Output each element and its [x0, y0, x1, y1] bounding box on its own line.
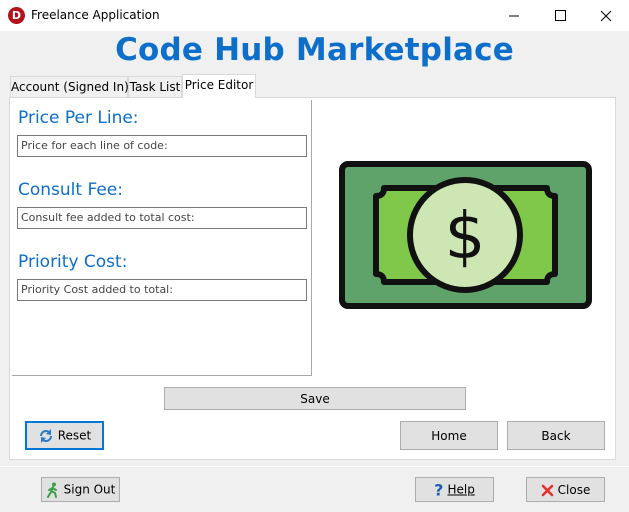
- reset-button[interactable]: Reset: [25, 421, 104, 450]
- consult-fee-input[interactable]: Consult fee added to total cost:: [17, 207, 307, 229]
- help-button-label: Help: [447, 482, 475, 496]
- divider: [0, 466, 629, 467]
- question-icon: ?: [434, 480, 444, 499]
- price-per-line-label: Price Per Line:: [18, 108, 139, 128]
- tab-account[interactable]: Account (Signed In): [10, 76, 129, 97]
- price-per-line-input[interactable]: Price for each line of code:: [17, 135, 307, 157]
- tab-price-editor[interactable]: Price Editor: [182, 74, 256, 98]
- save-button[interactable]: Save: [164, 387, 466, 410]
- reset-button-label: Reset: [57, 428, 92, 442]
- walking-person-icon: [46, 482, 57, 498]
- minimize-icon: [509, 15, 519, 17]
- close-button-label: Close: [557, 482, 591, 497]
- maximize-icon: [555, 10, 566, 21]
- close-button[interactable]: Close: [526, 477, 605, 502]
- page-title: Code Hub Marketplace: [115, 32, 514, 68]
- tab-task-list[interactable]: Task List: [128, 76, 182, 97]
- sign-out-button-label: Sign Out: [63, 482, 116, 496]
- home-button[interactable]: Home: [400, 421, 498, 450]
- back-button[interactable]: Back: [507, 421, 605, 450]
- app-logo-icon: D: [8, 7, 25, 24]
- refresh-icon: [39, 428, 52, 443]
- dollar-symbol: $: [445, 200, 486, 274]
- title-bar: D Freelance Application: [0, 0, 629, 31]
- window-title: Freelance Application: [31, 8, 160, 22]
- window-close-button[interactable]: [583, 0, 629, 31]
- save-button-label: Save: [300, 391, 330, 406]
- priority-cost-input[interactable]: Priority Cost added to total:: [17, 279, 307, 301]
- home-button-label: Home: [431, 428, 467, 443]
- red-x-icon: [541, 484, 553, 496]
- consult-fee-label: Consult Fee:: [18, 180, 123, 200]
- close-icon: [600, 10, 612, 22]
- priority-cost-label: Priority Cost:: [18, 252, 128, 272]
- minimize-button[interactable]: [491, 0, 537, 31]
- dollar-bill-icon: $: [339, 161, 592, 309]
- help-button[interactable]: ? Help: [415, 477, 494, 502]
- back-button-label: Back: [541, 428, 571, 443]
- maximize-button[interactable]: [537, 0, 583, 31]
- sign-out-button[interactable]: Sign Out: [41, 477, 120, 502]
